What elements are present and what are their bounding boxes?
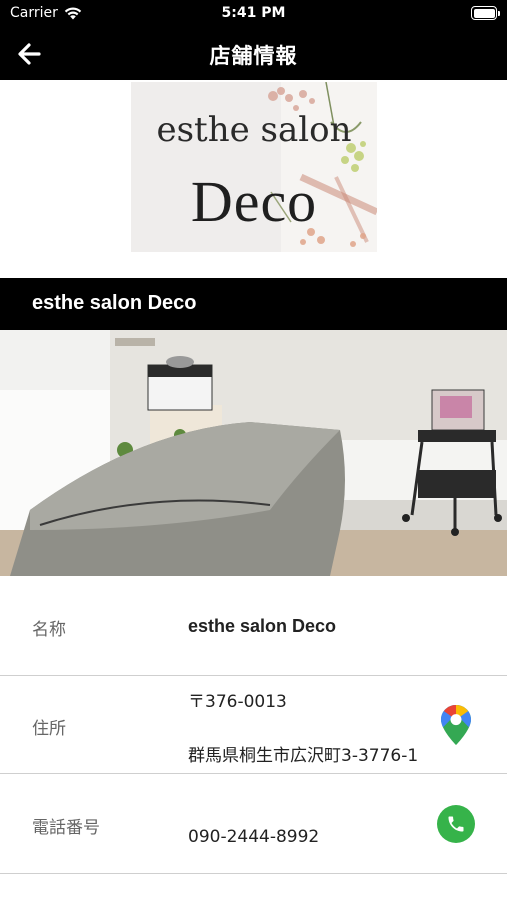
status-bar: Carrier 5:41 PM xyxy=(0,0,507,28)
phone-icon xyxy=(448,816,464,832)
info-row-address: 住所 〒376-0013 群馬県桐生市広沢町3-3776-1 xyxy=(0,676,507,774)
salon-photo xyxy=(0,330,507,576)
salon-name-header: esthe salon Deco xyxy=(0,278,507,330)
logo-text-line1: esthe salon xyxy=(156,110,352,150)
address-value: 群馬県桐生市広沢町3-3776-1 xyxy=(188,746,419,766)
treatment-room-image xyxy=(0,330,507,576)
logo-text-line2: Deco xyxy=(190,169,318,234)
address-label: 住所 xyxy=(32,719,66,739)
salon-logo: esthe salon Deco xyxy=(131,82,377,252)
page-title: 店舗情報 xyxy=(209,44,298,68)
phone-value: 090-2444-8992 xyxy=(188,827,320,847)
status-time: 5:41 PM xyxy=(221,5,286,21)
info-row-phone: 電話番号 090-2444-8992 xyxy=(0,774,507,874)
name-value: esthe salon Deco xyxy=(188,616,337,636)
map-pin-graphic xyxy=(441,705,471,745)
google-maps-pin-icon[interactable] xyxy=(440,704,472,746)
info-row-name: 名称 esthe salon Deco xyxy=(0,577,507,676)
battery-icon xyxy=(471,6,500,20)
battery-level xyxy=(473,8,495,18)
phone-call-button[interactable] xyxy=(437,805,475,843)
nav-bar: 店舗情報 xyxy=(0,28,507,80)
phone-label: 電話番号 xyxy=(32,818,100,838)
postal-code: 〒376-0013 xyxy=(188,692,287,712)
name-label: 名称 xyxy=(32,620,66,640)
logo-area: esthe salon Deco xyxy=(0,80,507,278)
